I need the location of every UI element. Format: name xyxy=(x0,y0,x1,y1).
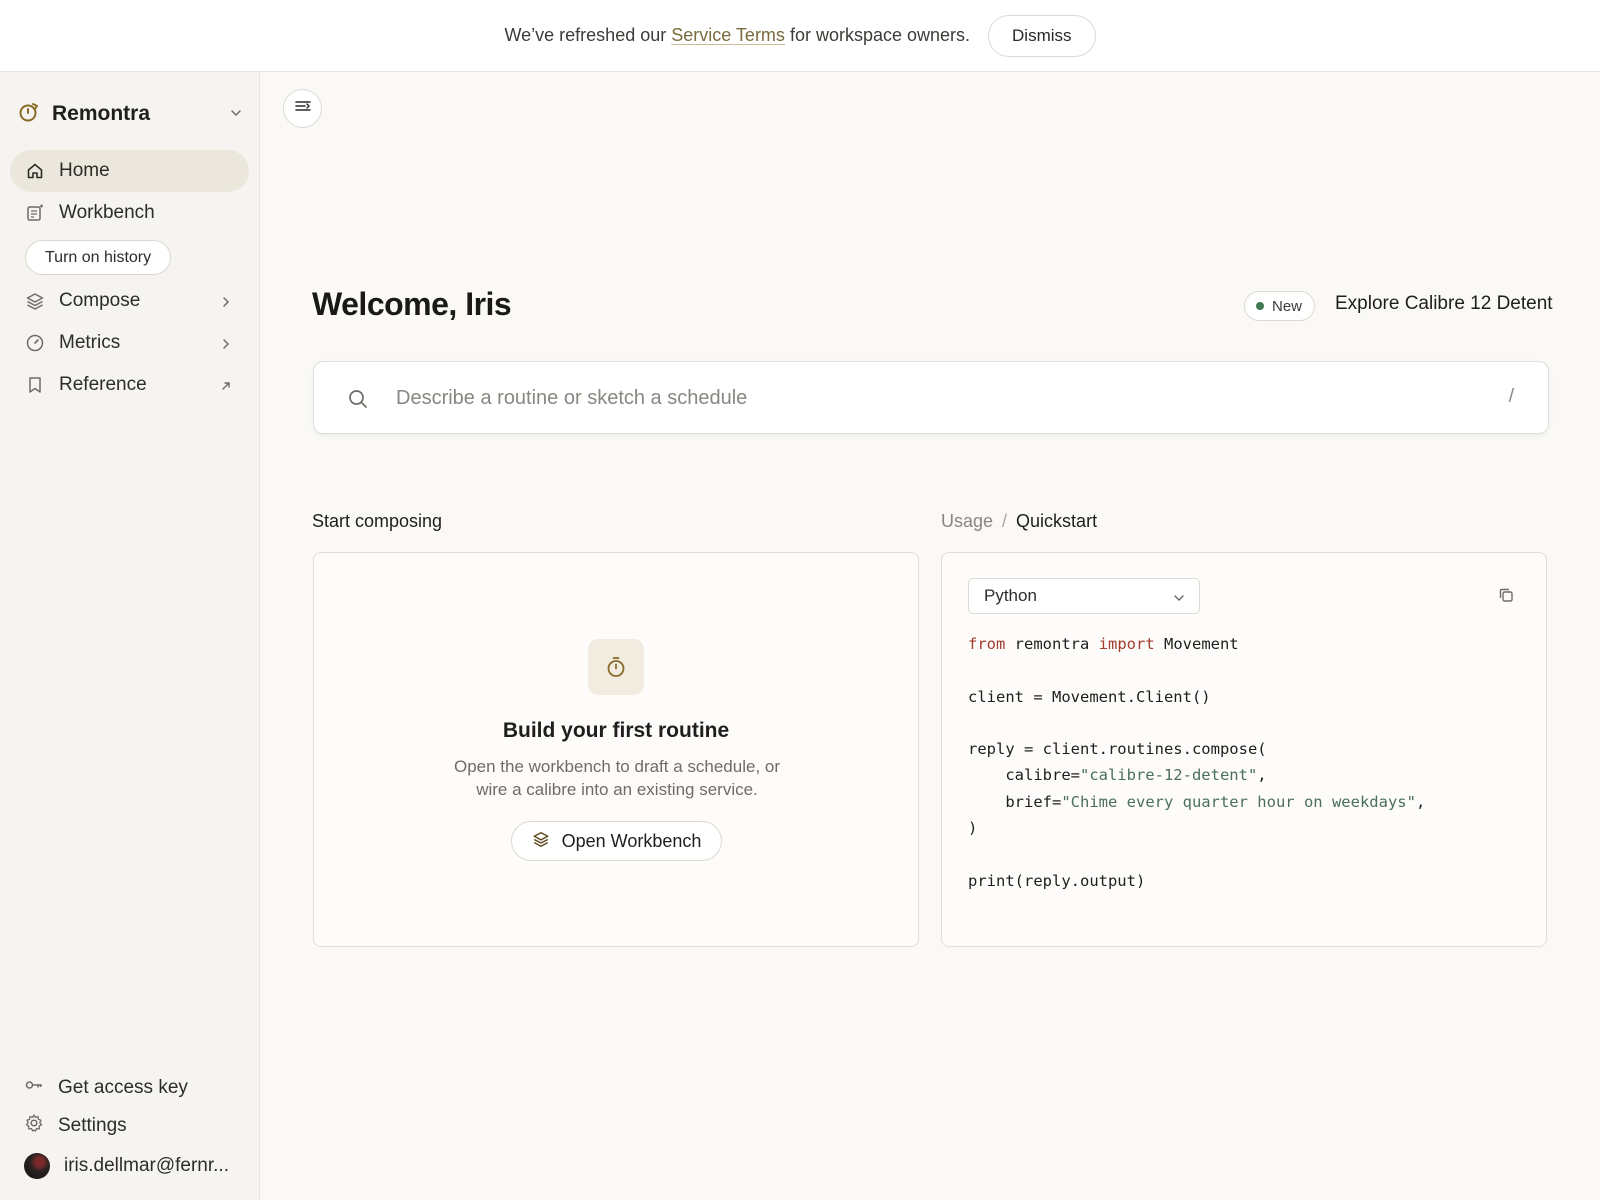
brand-logo-icon xyxy=(18,101,40,128)
code-line: calibre="calibre-12-detent", xyxy=(968,766,1267,785)
quickstart-code-card: Python from remontra import Movement cli… xyxy=(941,552,1547,947)
code-line: client = Movement.Client() xyxy=(968,687,1211,706)
breadcrumb-quickstart: Quickstart xyxy=(1016,511,1098,531)
start-composing-heading: Start composing xyxy=(312,511,443,531)
get-access-key-link[interactable]: Get access key xyxy=(24,1072,188,1104)
settings-link[interactable]: Settings xyxy=(24,1110,127,1142)
sidebar-toggle-icon xyxy=(294,97,312,120)
gauge-icon xyxy=(25,333,45,353)
user-email: iris.dellmar@fernr... xyxy=(64,1155,229,1176)
bookmark-icon xyxy=(25,375,45,395)
breadcrumb-usage[interactable]: Usage xyxy=(941,511,993,532)
code-line: ) xyxy=(968,819,978,838)
settings-label: Settings xyxy=(58,1115,127,1136)
build-routine-card: Build your first routine Open the workbe… xyxy=(313,552,919,947)
card-title: Build your first routine xyxy=(502,719,730,742)
external-arrow-icon xyxy=(219,377,233,399)
code-line: brief="Chime every quarter hour on weekd… xyxy=(968,792,1426,811)
sidebar-item-label: Metrics xyxy=(59,332,121,353)
badge-label: New xyxy=(1272,297,1303,315)
key-icon xyxy=(24,1075,44,1101)
sidebar-item-metrics[interactable]: Metrics xyxy=(10,322,249,364)
breadcrumb-separator: / xyxy=(1002,511,1008,531)
card-description: Open the workbench to draft a schedule, … xyxy=(453,757,781,799)
gear-icon xyxy=(24,1113,44,1139)
search-icon xyxy=(347,388,369,415)
workbench-icon xyxy=(25,203,45,223)
turn-on-history-button[interactable]: Turn on history xyxy=(25,240,172,275)
sidebar-item-home[interactable]: Home xyxy=(10,150,249,192)
breadcrumb: Usage / Quickstart xyxy=(941,511,1097,532)
workspace-switcher[interactable]: Remontra xyxy=(18,96,243,132)
chevron-right-icon xyxy=(219,293,233,315)
sidebar-item-label: Reference xyxy=(59,374,147,395)
dismiss-button[interactable]: Dismiss xyxy=(988,14,1096,57)
sidebar-item-label: Home xyxy=(59,160,110,181)
code-line: print(reply.output) xyxy=(968,871,1146,890)
sidebar-item-reference[interactable]: Reference xyxy=(10,364,249,406)
banner-message: We’ve refreshed our Service Terms for wo… xyxy=(504,25,971,45)
sidebar-item-label: Compose xyxy=(59,290,141,311)
code-line: from remontra import Movement xyxy=(968,635,1239,653)
sidebar-item-workbench[interactable]: Workbench xyxy=(10,192,249,234)
sidebar-item-label: Workbench xyxy=(59,202,155,223)
access-key-label: Get access key xyxy=(58,1077,188,1098)
code-block: from remontra import Movement client = M… xyxy=(968,631,1425,894)
user-account-menu[interactable]: iris.dellmar@fernr... xyxy=(24,1150,229,1182)
sidebar: Remontra Home Workbench Turn on history … xyxy=(0,72,260,1200)
chevron-right-icon xyxy=(219,335,233,357)
explore-calibre-link[interactable]: Explore Calibre 12 Detent xyxy=(1335,293,1553,315)
brand-name: Remontra xyxy=(52,102,151,125)
avatar xyxy=(24,1153,50,1179)
layers-icon xyxy=(25,291,45,311)
stopwatch-icon xyxy=(588,639,644,695)
new-badge: New xyxy=(1244,291,1316,321)
status-dot-icon xyxy=(1256,302,1264,310)
open-workbench-label: Open Workbench xyxy=(561,830,702,851)
layers-icon xyxy=(532,830,550,853)
language-select[interactable]: Python xyxy=(968,578,1200,614)
announcement-banner: We’ve refreshed our Service Terms for wo… xyxy=(0,0,1600,72)
copy-icon xyxy=(1497,586,1515,609)
page-title: Welcome, Iris xyxy=(312,286,512,322)
code-line: reply = client.routines.compose( xyxy=(968,740,1267,759)
copy-code-button[interactable] xyxy=(1496,587,1516,607)
search-input[interactable] xyxy=(396,382,1446,414)
service-terms-link[interactable]: Service Terms xyxy=(671,25,785,45)
chevron-down-icon xyxy=(229,106,243,125)
search-bar[interactable]: / xyxy=(313,361,1549,434)
language-selected-value: Python xyxy=(984,586,1037,605)
sidebar-item-compose[interactable]: Compose xyxy=(10,280,249,322)
search-shortcut-hint: / xyxy=(1508,386,1514,407)
sidebar-toggle-button[interactable] xyxy=(283,89,322,128)
open-workbench-button[interactable]: Open Workbench xyxy=(511,821,722,861)
chevron-down-icon xyxy=(1172,590,1186,610)
home-icon xyxy=(25,161,45,181)
